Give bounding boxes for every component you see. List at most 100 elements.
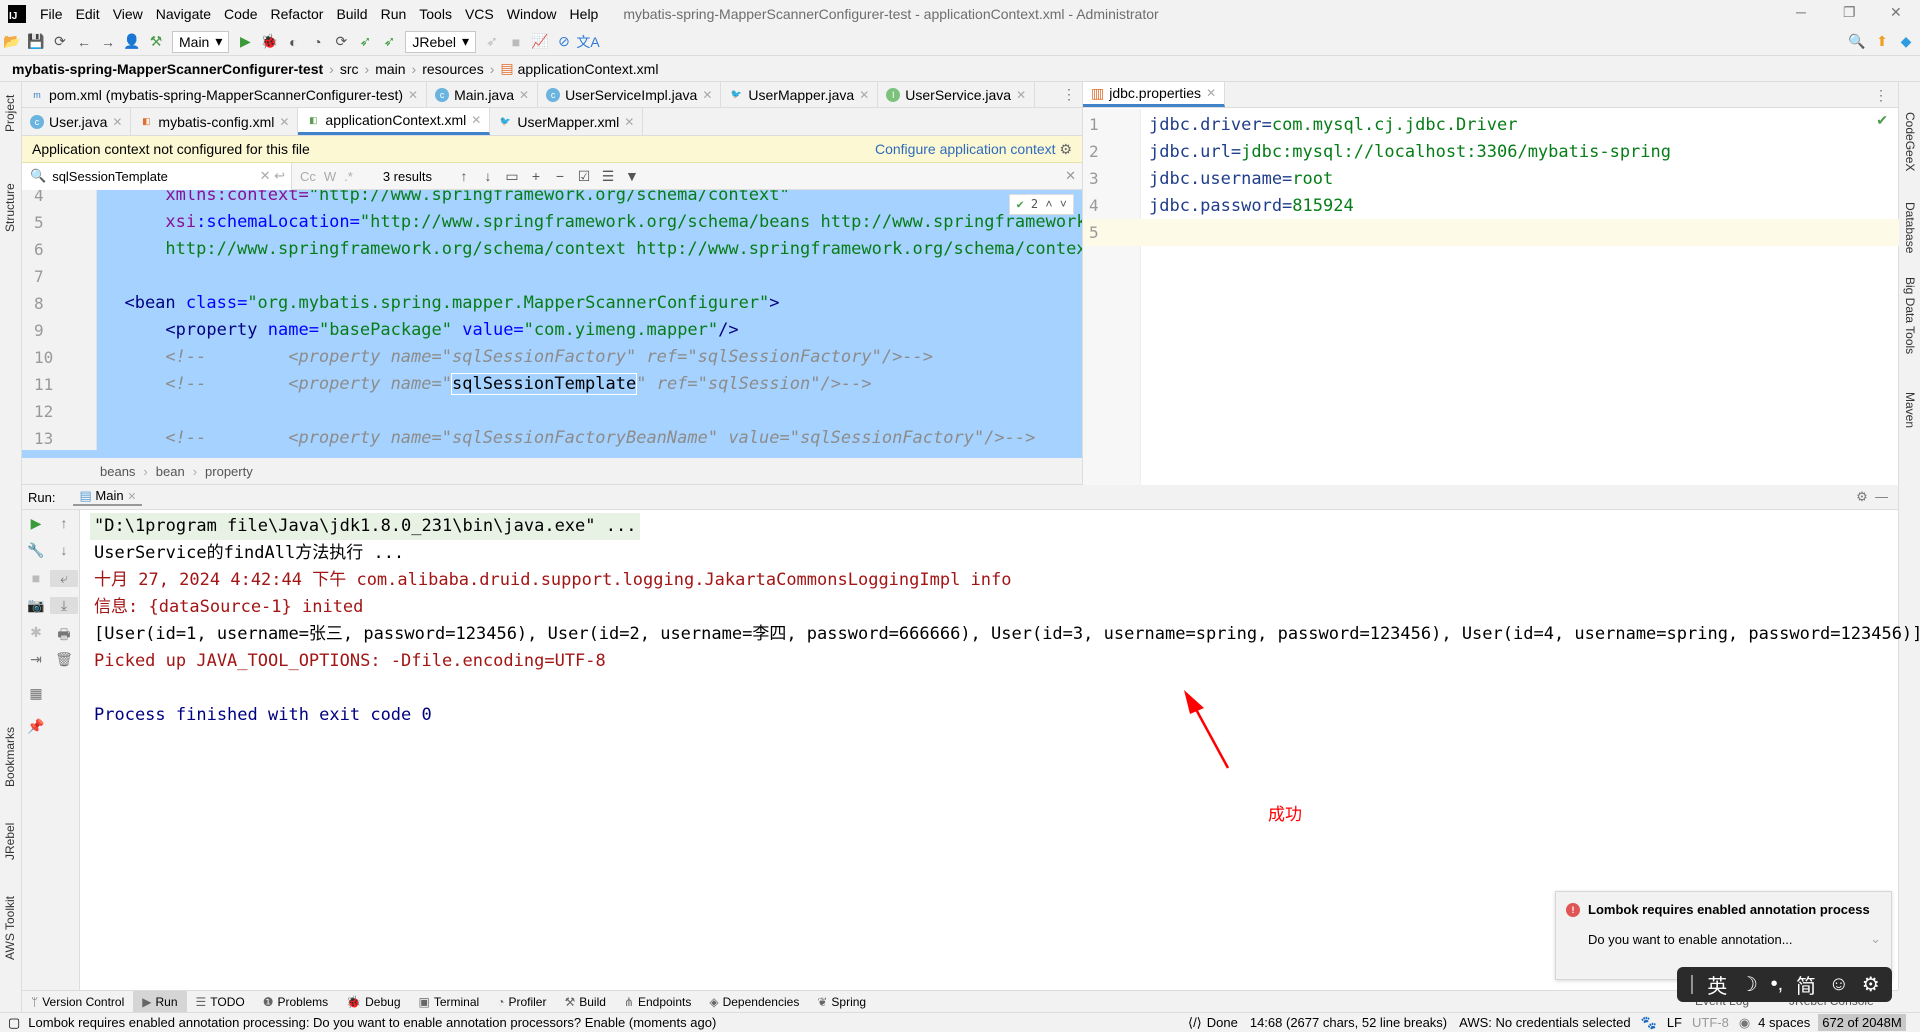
coverage-icon[interactable]: ◐ [281, 34, 305, 50]
layout-icon[interactable]: ▦ [22, 685, 50, 702]
stop-icon[interactable]: ■ [22, 570, 50, 586]
file-encoding[interactable]: UTF-8 [1692, 1015, 1729, 1030]
exit-icon[interactable]: ⇥ [22, 651, 50, 668]
ime-button[interactable]: ☺ [1829, 973, 1849, 996]
breadcrumb-item[interactable]: main [375, 61, 405, 77]
close-search-icon[interactable]: ✕ [1065, 168, 1076, 184]
whole-words-toggle[interactable]: W [324, 169, 336, 184]
gear-icon[interactable]: ⚙ [1059, 141, 1072, 157]
arrow-up-icon[interactable]: ↑ [452, 168, 476, 184]
regex-toggle[interactable]: .* [344, 169, 353, 184]
editor-tab[interactable]: ◧ mybatis-config.xml ✕ [131, 108, 299, 135]
scroll-down-icon[interactable]: ↓ [50, 542, 78, 558]
close-tab-icon[interactable]: ✕ [624, 115, 634, 129]
tool-tab-terminal[interactable]: ▣ Terminal [410, 991, 489, 1013]
xml-crumb[interactable]: property [205, 464, 253, 479]
menu-run[interactable]: Run [381, 6, 407, 22]
bookmarks-tool-button[interactable]: Bookmarks [3, 727, 17, 787]
tool-tab-problems[interactable]: ❶ Problems [254, 991, 337, 1013]
editor-tab[interactable]: c UserServiceImpl.java ✕ [538, 82, 722, 107]
menu-help[interactable]: Help [570, 6, 599, 22]
jrebel-select[interactable]: JRebel ▾ [405, 30, 477, 53]
ime-button[interactable]: ☽ [1740, 972, 1758, 997]
restore-button[interactable]: ❐ [1843, 4, 1856, 21]
close-run-tab-icon[interactable]: ✕ [127, 491, 136, 503]
ime-button[interactable]: •, [1771, 973, 1784, 996]
monitor-icon[interactable]: 📈 [528, 33, 552, 50]
ime-button[interactable]: ⚙ [1862, 972, 1880, 997]
power-save-icon[interactable]: ⊘ [552, 33, 576, 50]
breadcrumb-item[interactable]: src [340, 61, 359, 77]
menu-navigate[interactable]: Navigate [156, 6, 211, 22]
paw-icon[interactable]: 🐾 [1641, 1015, 1657, 1031]
aws-toolkit-tool-button[interactable]: AWS Toolkit [3, 896, 17, 960]
properties-editor[interactable]: ▥ jdbc.properties ✕ ⋮ 1 jdbc.driver=com.mys… [1082, 82, 1899, 485]
menu-window[interactable]: Window [507, 6, 557, 22]
debugger-icon[interactable]: ✱ [22, 624, 50, 641]
menu-tools[interactable]: Tools [419, 6, 452, 22]
scroll-up-icon[interactable]: ↑ [50, 515, 78, 531]
open-icon[interactable]: 📂 [0, 33, 24, 50]
tool-tab-version-control[interactable]: ᛘ Version Control [22, 991, 133, 1013]
save-icon[interactable]: 💾 [24, 33, 48, 50]
database-tool-button[interactable]: Database [1903, 202, 1917, 253]
close-tab-icon[interactable]: ✕ [1016, 88, 1026, 102]
wrench-icon[interactable]: 🔧 [22, 542, 50, 559]
ime-button[interactable]: 英 [1707, 970, 1727, 999]
close-tab-icon[interactable]: ✕ [112, 115, 122, 129]
plugin-icon[interactable]: ◆ [1894, 33, 1918, 50]
editor-tab[interactable]: c User.java ✕ [22, 108, 132, 135]
status-message[interactable]: Lombok requires enabled annotation proce… [28, 1015, 716, 1030]
sync-icon[interactable]: ⟳ [48, 33, 72, 50]
print-icon[interactable]: 🖶 [50, 624, 78, 648]
editor-tab[interactable]: ◧ applicationContext.xml ✕ [298, 108, 491, 135]
tool-tab-build[interactable]: ⚒ Build [555, 991, 614, 1013]
jrebel-tool-button[interactable]: JRebel [3, 823, 17, 860]
memory-indicator[interactable]: 672 of 2048M [1818, 1014, 1906, 1031]
translate-icon[interactable]: 文A [576, 32, 600, 52]
editor-tab[interactable]: I UserService.java ✕ [878, 82, 1036, 107]
editor-tab[interactable]: 🐦 UserMapper.xml ✕ [490, 108, 644, 135]
structure-tool-button[interactable]: Structure [3, 183, 17, 232]
trash-icon[interactable]: 🗑 [50, 651, 78, 668]
big-data-tools-button[interactable]: Big Data Tools [1903, 277, 1917, 354]
tool-tab-endpoints[interactable]: ⋔ Endpoints [615, 991, 700, 1013]
close-window-button[interactable]: ✕ [1890, 4, 1902, 21]
select-all-occurrences-icon[interactable]: ☑ [572, 168, 596, 185]
rerun-icon[interactable]: ▶ [22, 515, 50, 532]
more-run-icon[interactable]: ⟳ [329, 33, 353, 50]
editor-tab[interactable]: c Main.java ✕ [427, 82, 539, 107]
menu-vcs[interactable]: VCS [465, 6, 494, 22]
profile-icon[interactable]: ◔ [305, 34, 329, 50]
select-all-icon[interactable]: ▭ [500, 168, 524, 185]
close-tab-icon[interactable]: ✕ [859, 88, 869, 102]
close-tab-icon[interactable]: ✕ [408, 88, 418, 102]
minimize-button[interactable]: ─ [1796, 4, 1806, 20]
menu-file[interactable]: File [40, 6, 63, 22]
clear-icon[interactable]: ✕ ↩ [260, 168, 285, 184]
settings-gear-icon[interactable]: ⚙ — [1856, 489, 1888, 505]
xml-editor[interactable]: 4 5 6 7 8 9 10 11 12 13 xmlns:context="http://www… [22, 190, 1082, 458]
more-tabs-icon[interactable]: ⋮ [1874, 82, 1888, 107]
run-tab-main[interactable]: ▤ Main ✕ [73, 488, 143, 506]
xml-crumb[interactable]: beans [100, 464, 135, 479]
close-tab-icon[interactable]: ✕ [519, 88, 529, 102]
codegeex-tool-button[interactable]: CodeGeeX [1903, 112, 1917, 171]
tab-jdbc-properties[interactable]: ▥ jdbc.properties ✕ [1083, 82, 1226, 107]
expand-chevron-icon[interactable]: ⌄ [1870, 931, 1881, 947]
add-occurrence-icon[interactable]: + [524, 168, 548, 184]
tool-tab-dependencies[interactable]: ◈ Dependencies [700, 991, 808, 1013]
menu-edit[interactable]: Edit [76, 6, 100, 22]
line-separator[interactable]: LF [1667, 1015, 1682, 1030]
editor-tab[interactable]: m pom.xml (mybatis-spring-MapperScannerCo… [22, 82, 428, 107]
scroll-to-end-icon[interactable]: ⤓ [50, 597, 78, 614]
search-everywhere-icon[interactable]: 🔍 [1845, 33, 1869, 50]
aws-status[interactable]: AWS: No credentials selected [1459, 1015, 1630, 1030]
breadcrumb-item[interactable]: resources [422, 61, 483, 77]
menu-view[interactable]: View [113, 6, 143, 22]
match-case-toggle[interactable]: Cc [300, 169, 316, 184]
xml-crumb[interactable]: bean [156, 464, 185, 479]
soft-wrap-icon[interactable]: ⤶ [50, 570, 78, 587]
tool-tab-profiler[interactable]: ◔ Profiler [488, 991, 555, 1013]
stop-icon[interactable]: ■ [504, 34, 528, 50]
